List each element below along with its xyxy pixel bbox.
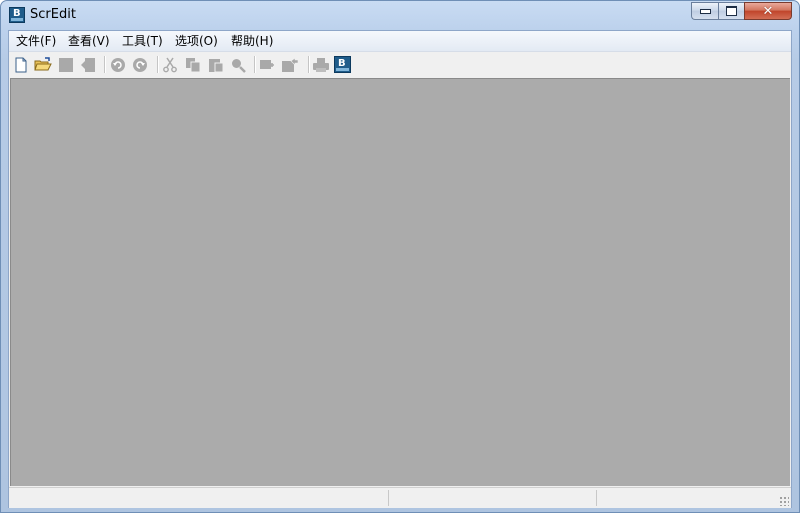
undo-button[interactable] xyxy=(108,55,127,74)
save-icon xyxy=(58,57,73,72)
app-window: B ScrEdit ✕ 文件(F) 查看(V) 工具(T) 选项(O) 帮助(H… xyxy=(0,0,800,513)
undo-icon xyxy=(110,57,125,72)
save-button[interactable] xyxy=(56,55,75,74)
new-file-icon xyxy=(15,57,26,72)
toolbar-separator xyxy=(308,56,310,73)
app-logo-icon: B xyxy=(334,56,351,73)
print-button[interactable] xyxy=(311,55,330,74)
maximize-icon xyxy=(726,6,737,16)
cut-button[interactable] xyxy=(160,55,179,74)
status-panel xyxy=(596,490,777,506)
export-button[interactable] xyxy=(280,55,299,74)
close-button[interactable]: ✕ xyxy=(744,2,792,20)
status-panel xyxy=(9,490,387,506)
toolbar-separator xyxy=(254,56,256,73)
menu-view[interactable]: 查看(V) xyxy=(66,33,112,49)
insert-button[interactable] xyxy=(257,55,276,74)
menu-options[interactable]: 选项(O) xyxy=(173,33,220,49)
close-doc-icon xyxy=(80,57,95,72)
about-button[interactable]: B xyxy=(333,55,352,74)
find-button[interactable] xyxy=(228,55,247,74)
app-logo-icon[interactable]: B xyxy=(9,7,25,23)
document-workspace[interactable] xyxy=(10,78,790,486)
toolbar-separator xyxy=(157,56,159,73)
status-bar xyxy=(9,487,791,508)
paste-icon xyxy=(208,58,223,72)
svg-text:B: B xyxy=(338,58,346,69)
print-icon xyxy=(312,57,329,72)
close-icon: ✕ xyxy=(762,3,774,19)
paste-button[interactable] xyxy=(206,55,225,74)
caption-buttons: ✕ xyxy=(691,2,792,21)
menu-file[interactable]: 文件(F) xyxy=(14,33,58,49)
new-file-button[interactable] xyxy=(11,55,30,74)
cut-icon xyxy=(162,57,177,72)
open-folder-icon xyxy=(33,56,52,70)
title-bar[interactable]: B ScrEdit ✕ xyxy=(1,1,799,29)
close-doc-button[interactable] xyxy=(78,55,97,74)
toolbar: B xyxy=(9,52,791,77)
open-button[interactable] xyxy=(33,55,52,74)
insert-icon xyxy=(259,59,274,69)
copy-icon xyxy=(185,57,200,72)
redo-icon xyxy=(132,57,147,72)
client-area: 文件(F) 查看(V) 工具(T) 选项(O) 帮助(H) B xyxy=(8,30,792,508)
export-icon xyxy=(281,56,298,72)
toolbar-separator xyxy=(104,56,106,73)
menu-tools[interactable]: 工具(T) xyxy=(120,33,165,49)
copy-button[interactable] xyxy=(183,55,202,74)
resize-grip[interactable] xyxy=(779,496,789,506)
redo-button[interactable] xyxy=(130,55,149,74)
menu-help[interactable]: 帮助(H) xyxy=(229,33,275,49)
window-title: ScrEdit xyxy=(30,7,76,22)
minimize-icon xyxy=(699,8,711,14)
maximize-button[interactable] xyxy=(718,2,744,20)
status-panel xyxy=(388,490,596,506)
minimize-button[interactable] xyxy=(691,2,718,20)
menu-bar: 文件(F) 查看(V) 工具(T) 选项(O) 帮助(H) xyxy=(9,31,791,52)
find-icon xyxy=(231,58,246,73)
